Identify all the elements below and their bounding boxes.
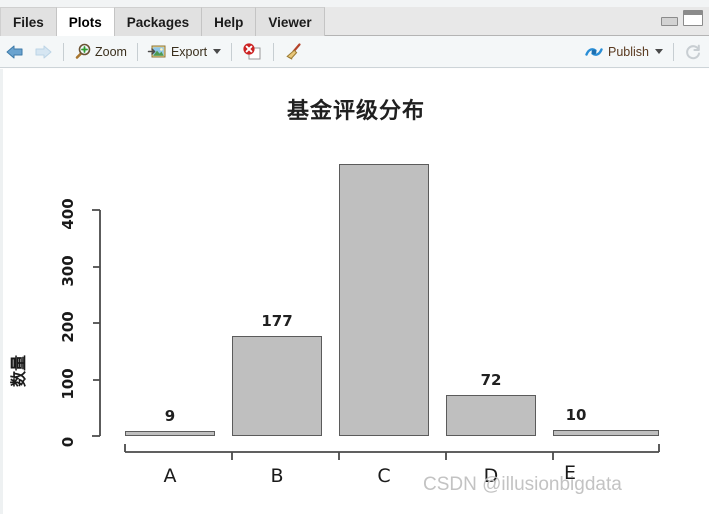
export-button[interactable]: Export [143,40,226,64]
toolbar-separator-3 [231,42,233,61]
zoom-label: Zoom [95,44,127,59]
bar-E[interactable] [553,430,659,436]
maximize-pane-icon[interactable] [683,10,703,26]
bar-B[interactable] [232,336,322,436]
navigation-group [0,36,58,67]
tabstrip-top-filler [0,0,709,7]
tab-files-label: Files [13,14,44,30]
back-arrow-icon [5,44,24,60]
tab-list: Files Plots Packages Help Viewer [0,7,325,36]
previous-plot-button[interactable] [0,40,29,64]
forward-arrow-icon [34,44,53,60]
broom-clear-all-icon [284,42,303,61]
magnifier-plus-icon [74,43,91,60]
bar-value-label-A: 9 [164,407,176,425]
tab-plots[interactable]: Plots [56,7,115,36]
tab-viewer-label: Viewer [268,14,312,30]
toolbar-separator-5 [673,42,674,61]
window-controls [661,10,703,26]
publish-label: Publish [608,44,649,59]
bar-value-label-D: 72 [480,371,502,389]
plot-output-area[interactable]: 基金评级分布 数量 400 300 200 100 0 9 177 72 10 … [0,69,709,514]
r-barplot-canvas: 基金评级分布 数量 400 300 200 100 0 9 177 72 10 … [3,69,709,514]
tab-files[interactable]: Files [0,7,57,36]
tab-help[interactable]: Help [202,7,257,36]
tab-viewer[interactable]: Viewer [256,7,325,36]
tab-packages[interactable]: Packages [114,7,203,36]
csdn-watermark: CSDN @illusionbigdata [423,474,622,495]
export-image-icon [147,43,167,60]
zoom-button[interactable]: Zoom [69,40,132,64]
toolbar-separator-2 [136,42,138,61]
tab-plots-label: Plots [68,14,102,30]
publish-icon [584,44,604,60]
bar-C[interactable] [339,164,429,436]
tab-packages-label: Packages [126,14,190,30]
next-plot-button[interactable] [29,40,58,64]
tab-help-label: Help [214,14,244,30]
export-label: Export [170,44,208,59]
bar-value-label-E: 10 [565,406,587,424]
remove-plot-button[interactable] [237,40,268,64]
x-tick-label-A: A [163,465,177,487]
x-tick-label-C: C [377,465,391,487]
x-tick-label-B: B [270,465,284,487]
toolbar-separator-1 [63,42,64,61]
bar-A[interactable] [125,431,215,436]
chevron-down-icon[interactable] [213,49,222,54]
bar-D[interactable] [446,395,536,436]
publish-button[interactable]: Publish [579,40,668,64]
remove-plot-icon [242,43,263,60]
bar-value-label-B: 177 [261,312,293,330]
publish-chevron-down-icon[interactable] [655,49,663,54]
clear-all-plots-button[interactable] [279,40,308,64]
plots-toolbar: Zoom Export Publish [0,36,709,68]
minimize-pane-icon[interactable] [661,17,678,26]
refresh-icon [684,43,702,61]
toolbar-separator-4 [273,42,275,61]
pane-tabstrip: Files Plots Packages Help Viewer [0,0,709,36]
refresh-button[interactable] [679,40,709,64]
rstudio-plots-pane: Files Plots Packages Help Viewer Zoom Ex… [0,0,709,514]
